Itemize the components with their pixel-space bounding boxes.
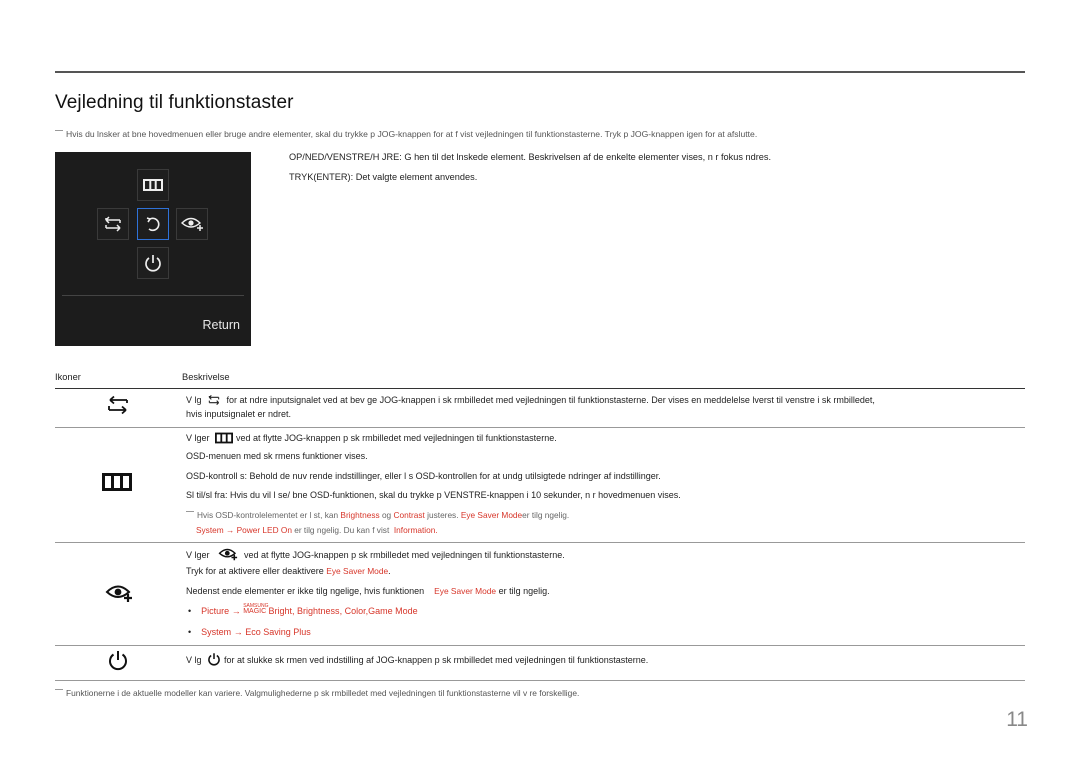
table-header-rule	[55, 388, 1025, 389]
intro-note-text: Hvis du lnsker at bne hovedmenuen eller …	[66, 129, 758, 139]
note-text: er tilg ngelig. Du kan f vist	[294, 525, 390, 535]
row-text: V lg	[186, 395, 202, 405]
row-text: for at ndre inputsignalet ved at bev ge …	[226, 395, 875, 405]
osd-key-power[interactable]	[137, 247, 169, 279]
table-row: V lg for at ndre inputsignalet ved at be…	[186, 394, 875, 406]
row-text: OSD-kontroll s: Behold de nuv rende inds…	[186, 471, 661, 481]
row-text: V lger	[186, 550, 210, 560]
table-row-icon	[106, 648, 130, 672]
row-text: V lger	[186, 433, 210, 443]
enter-description: TRYK(ENTER): Det valgte element anvendes…	[289, 172, 478, 182]
row-note: System → Power LED On er tilg ngelig. Du…	[196, 525, 438, 535]
osd-key-menu[interactable]	[137, 169, 169, 201]
eco-saving-plus-link: Eco Saving Plus	[245, 627, 311, 637]
row-text: Sl til/sl fra: Hvis du vil l se/ bne OSD…	[186, 490, 681, 500]
eye-saver-mode-link: Eye Saver Mode	[326, 566, 389, 576]
samsung-magic-logo: SAMSUNG MAGIC	[243, 604, 268, 616]
osd-key-source[interactable]	[97, 208, 129, 240]
row-text: Tryk for at aktivere eller deaktivere	[186, 566, 324, 576]
eye-saver-icon	[180, 217, 203, 231]
contrast-link: Contrast	[393, 510, 425, 520]
menu-icon	[215, 432, 234, 444]
bullet-icon: •	[188, 606, 192, 616]
note-text: justeres.	[427, 510, 459, 520]
bright-link: Bright	[268, 606, 293, 616]
list-item: • Picture → SAMSUNG MAGIC Bright, Brightne…	[188, 603, 418, 617]
source-icon	[108, 395, 128, 415]
picture-link: Picture	[201, 606, 230, 616]
table-row: V lg for at slukke sk rmen ved indstilli…	[186, 652, 648, 666]
row-text: .	[388, 566, 391, 576]
osd-separator	[62, 295, 244, 296]
arrow-icon: →	[233, 627, 243, 637]
power-icon	[109, 651, 127, 671]
return-icon	[146, 217, 160, 232]
eye-saver-icon	[218, 548, 238, 561]
bullet-icon: •	[188, 627, 192, 637]
page-number: 11	[1006, 708, 1028, 731]
note-text: og	[381, 510, 392, 520]
power-icon	[208, 653, 220, 666]
note-text: .	[435, 525, 438, 535]
eye-saver-mode-link: Eye Saver Mode	[434, 586, 497, 596]
footer-note-text: Funktionerne i de aktuelle modeller kan …	[66, 688, 580, 698]
note-text: er tilg ngelig.	[522, 510, 570, 520]
row-text: ved at flytte JOG-knappen p sk rmbillede…	[236, 433, 557, 443]
brightness-link: Brightness	[297, 606, 340, 616]
information-link: Information	[393, 525, 436, 535]
color-link: Color	[344, 606, 366, 616]
table-row: V lger ved at flytte JOG-knappen p sk rm…	[186, 432, 557, 444]
note-text: Hvis OSD-kontrolelementet er l st, kan	[197, 510, 339, 520]
column-header-icons: Ikoner	[55, 372, 81, 382]
row-separator	[55, 680, 1025, 681]
row-text: V lg	[186, 655, 202, 665]
row-text: Nedenst ende elementer er ikke tilg ngel…	[186, 586, 550, 596]
row-text: OSD-menuen med sk rmens funktioner vises…	[186, 451, 368, 461]
table-row-icon	[102, 472, 132, 492]
system-link: System	[201, 627, 232, 637]
navigation-description: OP/NED/VENSTRE/H JRE: G hen til det lnsk…	[289, 152, 772, 162]
page-title: Vejledning til funktionstaster	[55, 92, 294, 113]
table-row: V lger ved at flytte JOG-knappen p sk rm…	[186, 547, 565, 561]
row-text: for at slukke sk rmen ved indstilling af…	[224, 655, 649, 665]
power-icon	[145, 255, 161, 272]
list-item: • System → Eco Saving Plus	[188, 627, 311, 637]
note-dash-icon	[55, 130, 63, 131]
footer-note: Funktionerne i de aktuelle modeller kan …	[55, 688, 579, 698]
osd-key-return[interactable]	[137, 208, 169, 240]
row-text: ved at flytte JOG-knappen p sk rmbillede…	[244, 550, 565, 560]
row-text: Nedenst ende elementer er ikke tilg ngel…	[186, 586, 425, 596]
top-rule	[55, 71, 1025, 73]
arrow-icon: →	[225, 525, 235, 535]
row-note: Hvis OSD-kontrolelementet er l st, kan B…	[186, 510, 569, 520]
source-icon	[208, 394, 220, 406]
brightness-link: Brightness	[340, 510, 380, 520]
osd-return-label[interactable]: Return	[202, 318, 240, 332]
note-dash-icon	[186, 511, 194, 512]
system-link: System	[196, 525, 224, 535]
osd-key-eye-saver[interactable]	[176, 208, 208, 240]
menu-icon	[102, 473, 132, 491]
table-row-icon	[104, 582, 134, 604]
row-text: Tryk for at aktivere eller deaktivere Ey…	[186, 566, 391, 576]
power-led-on-link: Power LED On	[236, 525, 292, 535]
source-icon	[105, 216, 121, 232]
game-mode-link: Game Mode	[368, 606, 418, 616]
intro-note: Hvis du lnsker at bne hovedmenuen eller …	[55, 129, 757, 139]
eye-saver-icon	[105, 585, 132, 602]
menu-icon	[143, 179, 163, 191]
row-text: er tilg ngelig.	[498, 586, 550, 596]
row-text: hvis inputsignalet er ndret.	[186, 409, 292, 419]
row-separator	[55, 427, 1025, 428]
magic-bottom: MAGIC	[243, 608, 267, 615]
table-row-icon	[104, 393, 132, 417]
column-header-description: Beskrivelse	[182, 372, 230, 382]
arrow-icon: →	[231, 606, 241, 616]
osd-function-key-guide: Return	[55, 152, 251, 346]
row-separator	[55, 542, 1025, 543]
row-separator	[55, 645, 1025, 646]
eye-saver-mode-link: Eye Saver Mode	[460, 510, 523, 520]
note-dash-icon	[55, 689, 63, 690]
